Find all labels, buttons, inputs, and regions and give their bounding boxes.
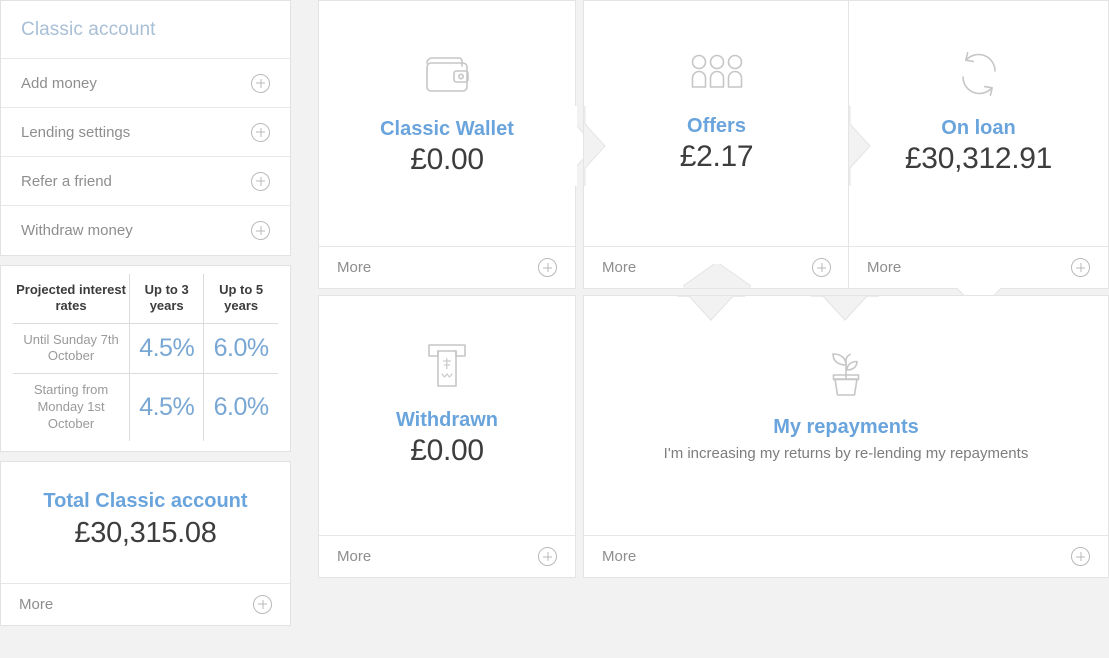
card-classic-wallet[interactable]: Classic Wallet £0.00 More bbox=[318, 0, 596, 289]
table-row: Until Sunday 7th October 4.5% 6.0% bbox=[13, 323, 278, 375]
card-title: Classic Wallet bbox=[380, 117, 514, 140]
card-title: Withdrawn bbox=[395, 408, 499, 431]
card-body: Classic Wallet £0.00 bbox=[319, 1, 575, 246]
card-row-top: Classic Wallet £0.00 More Offers £2.17 M… bbox=[318, 0, 1109, 313]
projected-rates-table: Projected interest rates Up to 3 years U… bbox=[13, 274, 278, 441]
card-title: My repayments bbox=[773, 416, 919, 438]
plus-circle-icon[interactable] bbox=[1071, 258, 1090, 277]
total-amount: £30,315.08 bbox=[74, 517, 217, 550]
rate-value-3y: 4.5% bbox=[129, 323, 204, 375]
sidebar-item-add-money[interactable]: Add money bbox=[1, 59, 290, 108]
sidebar-item-label: Lending settings bbox=[21, 123, 131, 141]
total-panel-body: Total Classic account £30,315.08 bbox=[1, 462, 290, 583]
plus-circle-icon[interactable] bbox=[538, 258, 557, 277]
card-more-button[interactable]: More bbox=[849, 246, 1108, 288]
more-label: More bbox=[337, 548, 372, 565]
sidebar-item-refer-a-friend[interactable]: Refer a friend bbox=[1, 157, 290, 206]
sidebar: Classic account Add money Lending settin… bbox=[0, 0, 291, 626]
rate-value-5y: 6.0% bbox=[203, 373, 278, 441]
plus-circle-icon[interactable] bbox=[251, 171, 270, 191]
dashboard-root: Classic account Add money Lending settin… bbox=[0, 0, 1109, 658]
rates-col-header-label: Projected interest rates bbox=[13, 274, 130, 324]
more-label: More bbox=[19, 595, 54, 613]
rate-value-5y: 6.0% bbox=[203, 323, 278, 375]
card-withdrawn[interactable]: Withdrawn £0.00 More bbox=[318, 295, 576, 578]
card-amount: £30,312.91 bbox=[904, 141, 1053, 175]
more-label: More bbox=[337, 259, 372, 276]
rates-col-header-5y: Up to 5 years bbox=[203, 274, 278, 324]
sidebar-item-label: Refer a friend bbox=[21, 172, 112, 190]
plus-circle-icon[interactable] bbox=[253, 594, 272, 614]
plus-circle-icon[interactable] bbox=[251, 73, 270, 93]
plus-circle-icon[interactable] bbox=[538, 547, 557, 566]
more-label: More bbox=[867, 259, 902, 276]
sidebar-item-withdraw-money[interactable]: Withdraw money bbox=[1, 206, 290, 255]
card-subtitle: I'm increasing my returns by re-lending … bbox=[663, 445, 1029, 462]
card-offers[interactable]: Offers £2.17 More bbox=[583, 0, 870, 289]
sidebar-item-lending-settings[interactable]: Lending settings bbox=[1, 108, 290, 157]
total-classic-account-panel: Total Classic account £30,315.08 More bbox=[0, 460, 291, 626]
card-amount: £0.00 bbox=[410, 142, 484, 176]
rate-period: Until Sunday 7th October bbox=[13, 323, 130, 375]
sidebar-header: Classic account bbox=[1, 1, 290, 59]
rates-col-header-3y: Up to 3 years bbox=[129, 274, 204, 324]
card-title: Offers bbox=[687, 114, 746, 137]
rate-period: Starting from Monday 1st October bbox=[33, 382, 109, 432]
sidebar-item-label: Add money bbox=[21, 74, 97, 92]
card-more-button[interactable]: More bbox=[319, 535, 575, 577]
plus-circle-icon[interactable] bbox=[251, 122, 270, 142]
card-body: My repayments I'm increasing my returns … bbox=[584, 296, 1108, 535]
more-label: More bbox=[602, 548, 637, 565]
table-row: Starting from Monday 1st October 4.5% 6.… bbox=[13, 373, 278, 441]
more-label: More bbox=[602, 259, 637, 276]
rate-value-3y: 4.5% bbox=[129, 373, 204, 441]
card-amount: £0.00 bbox=[410, 433, 484, 467]
plus-circle-icon[interactable] bbox=[812, 258, 831, 277]
card-row-bottom: Withdrawn £0.00 More My repayments I'm i… bbox=[318, 294, 1109, 578]
wallet-icon bbox=[418, 45, 476, 108]
account-menu-panel: Classic account Add money Lending settin… bbox=[0, 0, 291, 256]
total-title: Total Classic account bbox=[43, 490, 248, 513]
total-more-button[interactable]: More bbox=[1, 582, 290, 625]
card-body: On loan £30,312.91 bbox=[849, 1, 1108, 246]
projected-rates-panel: Projected interest rates Up to 3 years U… bbox=[0, 265, 291, 452]
sidebar-item-label: Withdraw money bbox=[21, 222, 133, 239]
card-title: On loan bbox=[941, 116, 1016, 139]
card-on-loan[interactable]: On loan £30,312.91 More bbox=[848, 0, 1109, 313]
plus-circle-icon[interactable] bbox=[251, 221, 270, 240]
card-more-button[interactable]: More bbox=[584, 246, 849, 288]
cycle-arrows-icon bbox=[950, 46, 1008, 107]
potted-plant-icon bbox=[816, 343, 876, 406]
card-my-repayments[interactable]: My repayments I'm increasing my returns … bbox=[583, 294, 1109, 578]
table-header-row: Projected interest rates Up to 3 years U… bbox=[13, 274, 278, 324]
card-body: Withdrawn £0.00 bbox=[319, 296, 575, 535]
card-more-button[interactable]: More bbox=[319, 246, 575, 288]
card-amount: £2.17 bbox=[679, 139, 754, 173]
card-more-button[interactable]: More bbox=[584, 535, 1108, 577]
card-grid: Classic Wallet £0.00 More Offers £2.17 M… bbox=[318, 0, 1109, 578]
plus-circle-icon[interactable] bbox=[1071, 547, 1090, 566]
atm-cash-icon bbox=[418, 338, 476, 399]
people-group-icon bbox=[686, 48, 748, 105]
card-body: Offers £2.17 bbox=[584, 1, 849, 246]
